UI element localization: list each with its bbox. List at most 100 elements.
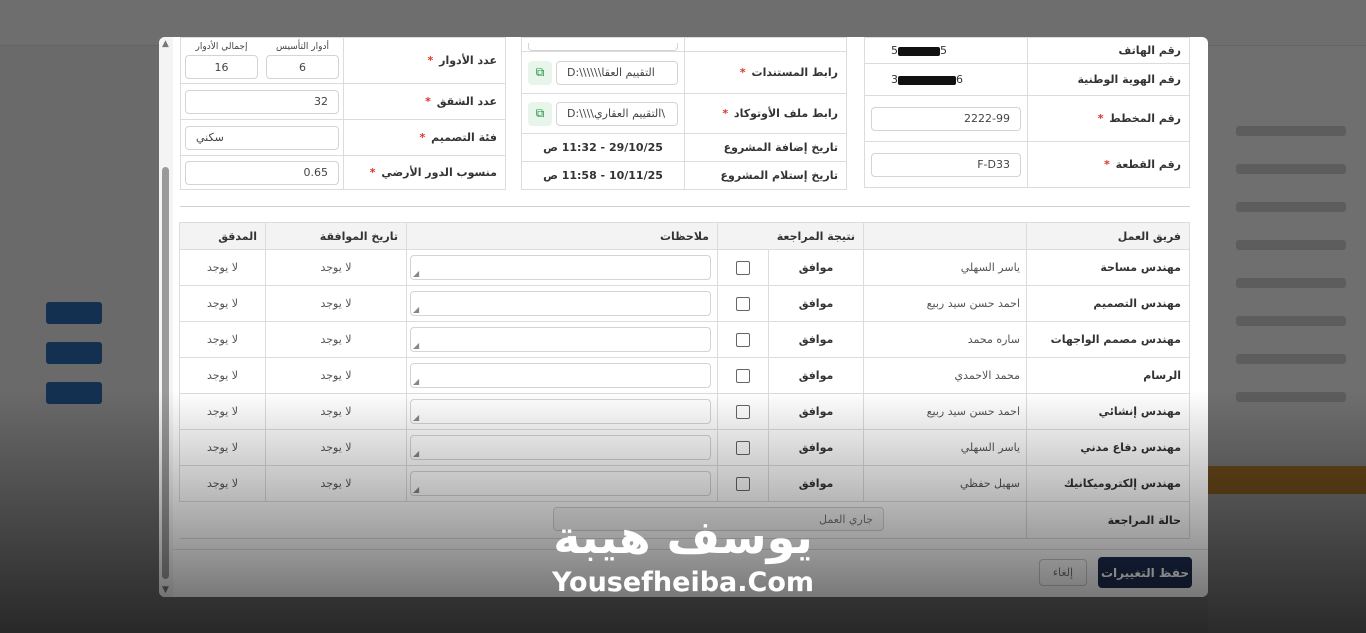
auditor: لا يوجد	[179, 393, 266, 430]
team-member-name: محمد الاحمدي	[863, 357, 1027, 394]
ground-level-label: منسوب الدور الأرضي *	[343, 155, 506, 190]
ground-level-input[interactable]: 0.65	[185, 160, 339, 185]
copy-icon[interactable]: ⧉	[528, 60, 552, 85]
notes-textarea[interactable]: ◢	[410, 291, 711, 316]
resize-grip-icon[interactable]: ◢	[413, 449, 419, 458]
review-result: موافق	[768, 465, 864, 502]
review-result: موافق	[768, 393, 864, 430]
team-role: مهندس مساحة	[1026, 249, 1190, 286]
apartments-input[interactable]: 32	[185, 89, 339, 114]
received-date-label: تاريخ إستلام المشروع	[684, 161, 847, 190]
documents-link-label: رابط المستندات *	[684, 51, 847, 94]
watermark-arabic: يوسف هيبة	[553, 510, 813, 564]
approve-checkbox[interactable]	[736, 476, 750, 491]
building-info-section: عدد الأدوار * أدوار التأسيس 6 إجمالي الأ…	[180, 37, 506, 190]
notes-cell: ◢	[406, 465, 718, 502]
scroll-up-icon[interactable]: ▲	[162, 39, 169, 49]
review-result: موافق	[768, 285, 864, 322]
design-category-label: فئة التصميم *	[343, 119, 506, 156]
team-member-name: ياسر السهلي	[863, 429, 1027, 466]
team-role: مهندس إلكتروميكانيك	[1026, 465, 1190, 502]
autocad-link-label: رابط ملف الأوتوكاد *	[684, 93, 847, 134]
plan-number-label: رقم المخطط *	[1027, 95, 1190, 142]
notes-textarea[interactable]: ◢	[410, 471, 711, 496]
scrollbar-thumb[interactable]	[162, 167, 169, 579]
approval-date: لا يوجد	[265, 285, 407, 322]
table-row: مهندس مساحة ياسر السهلي موافق ◢ لا يوجد لا يو…	[179, 249, 1190, 286]
property-info-section: رقم الهاتف 55 رقم الهوية الوطنية 36 رقم …	[864, 37, 1190, 188]
approve-checkbox[interactable]	[736, 260, 750, 275]
cancel-button[interactable]: إلغاء	[1039, 559, 1087, 586]
approval-date: لا يوجد	[265, 465, 407, 502]
national-id-value: 36	[864, 63, 1028, 96]
national-id-label: رقم الهوية الوطنية	[1027, 63, 1190, 96]
approve-checkbox-cell	[717, 429, 769, 466]
phone-value: 55	[864, 37, 1028, 64]
approval-date: لا يوجد	[265, 249, 407, 286]
notes-cell: ◢	[406, 285, 718, 322]
received-date-value: 10/11/25 - 11:58 ص	[521, 161, 685, 190]
table-row: مهندس دفاع مدني ياسر السهلي موافق ◢ لا يوجد ل…	[179, 429, 1190, 466]
design-category-input[interactable]: سكني	[185, 125, 339, 150]
approve-checkbox-cell	[717, 465, 769, 502]
approve-checkbox[interactable]	[736, 296, 750, 311]
resize-grip-icon[interactable]: ◢	[413, 485, 419, 494]
plan-number-input[interactable]: 2222-99	[871, 106, 1021, 131]
approve-checkbox[interactable]	[736, 440, 750, 455]
team-member-name: ياسر السهلي	[863, 249, 1027, 286]
total-floors-input[interactable]: 16	[185, 55, 258, 79]
resize-grip-icon[interactable]: ◢	[413, 341, 419, 350]
team-role: الرسام	[1026, 357, 1190, 394]
approve-checkbox[interactable]	[736, 404, 750, 419]
section-divider	[180, 206, 1190, 207]
autocad-link-input[interactable]: D:\\\\التقييم العقاري\	[556, 101, 678, 126]
approve-checkbox[interactable]	[736, 368, 750, 383]
approve-checkbox[interactable]	[736, 332, 750, 347]
resize-grip-icon[interactable]: ◢	[413, 269, 419, 278]
plot-number-input[interactable]: F-D33	[871, 152, 1021, 177]
approve-checkbox-cell	[717, 321, 769, 358]
watermark-english: Yousefheiba.Com	[551, 567, 815, 598]
auditor: لا يوجد	[179, 465, 266, 502]
auditor: لا يوجد	[179, 357, 266, 394]
resize-grip-icon[interactable]: ◢	[413, 413, 419, 422]
scroll-down-icon[interactable]: ▼	[162, 585, 169, 595]
team-member-name: ساره محمد	[863, 321, 1027, 358]
notes-textarea[interactable]: ◢	[410, 435, 711, 460]
notes-textarea[interactable]: ◢	[410, 327, 711, 352]
table-row: مهندس التصميم احمد حسن سيد ربيع موافق ◢ لا ي…	[179, 285, 1190, 322]
approval-date: لا يوجد	[265, 393, 407, 430]
table-row: مهندس إلكتروميكانيك سهيل حفظي موافق ◢ لا يوج…	[179, 465, 1190, 502]
copy-icon[interactable]: ⧉	[528, 101, 552, 126]
added-date-value: 29/10/25 - 11:32 ص	[521, 133, 685, 162]
auditor: لا يوجد	[179, 249, 266, 286]
resize-grip-icon[interactable]: ◢	[413, 377, 419, 386]
approve-checkbox-cell	[717, 393, 769, 430]
previous-field[interactable]	[528, 43, 678, 51]
notes-textarea[interactable]: ◢	[410, 363, 711, 388]
review-result: موافق	[768, 429, 864, 466]
autocad-link-field: D:\\\\التقييم العقاري\ ⧉	[528, 101, 678, 126]
review-status-label: حالة المراجعة	[1026, 501, 1190, 539]
team-review-table: فريق العمل نتيجة المراجعة ملاحظات تاريخ …	[179, 222, 1190, 539]
table-row: مهندس مصمم الواجهات ساره محمد موافق ◢ لا يوج…	[179, 321, 1190, 358]
review-result: موافق	[768, 249, 864, 286]
approve-checkbox-cell	[717, 285, 769, 322]
review-result: موافق	[768, 321, 864, 358]
save-changes-button[interactable]: حفظ التغييرات	[1098, 557, 1192, 588]
documents-link-input[interactable]: D:\\\\\\التقييم العقا	[556, 60, 678, 85]
modal-scrollbar[interactable]: ▲ ▼	[159, 37, 173, 597]
header-team: فريق العمل	[1026, 222, 1190, 250]
team-member-name: سهيل حفظي	[863, 465, 1027, 502]
approval-date: لا يوجد	[265, 357, 407, 394]
foundation-floors-input[interactable]: 6	[266, 55, 339, 79]
resize-grip-icon[interactable]: ◢	[413, 305, 419, 314]
notes-textarea[interactable]: ◢	[410, 255, 711, 280]
total-floors-label: إجمالي الأدوار	[195, 42, 248, 52]
notes-cell: ◢	[406, 249, 718, 286]
approval-date: لا يوجد	[265, 321, 407, 358]
notes-cell: ◢	[406, 429, 718, 466]
notes-textarea[interactable]: ◢	[410, 399, 711, 424]
approval-date: لا يوجد	[265, 429, 407, 466]
plot-number-label: رقم القطعة *	[1027, 141, 1190, 188]
